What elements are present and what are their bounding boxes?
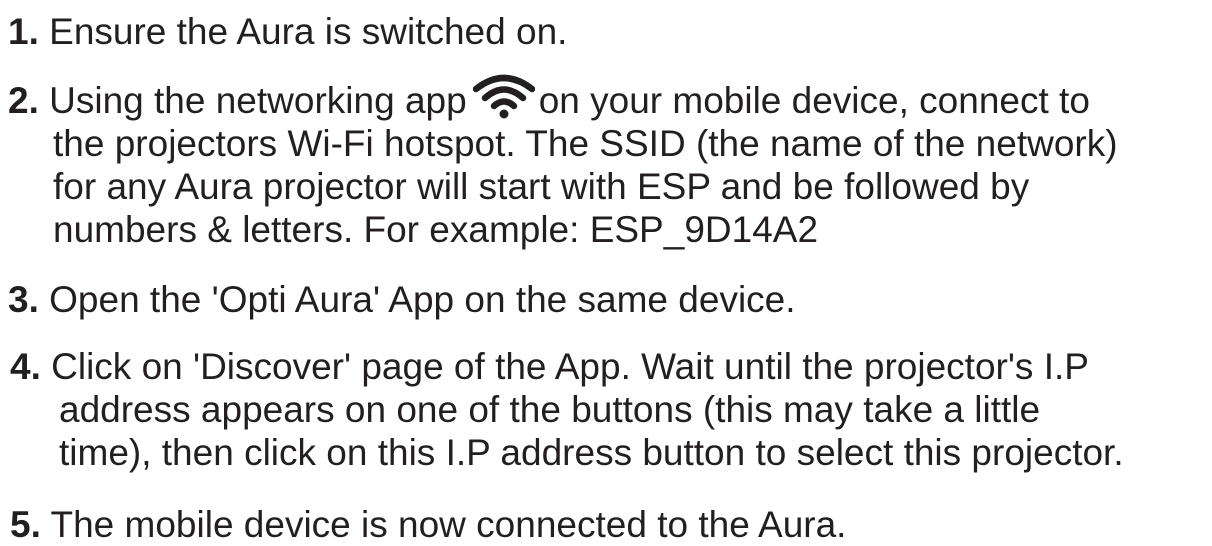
step-4-line-2: address appears on one of the buttons (t… bbox=[59, 389, 1041, 430]
step-2-line-4: numbers & letters. For example: ESP_9D14… bbox=[53, 209, 819, 250]
step-2-text-after-icon: on your mobile device, connect to bbox=[538, 80, 1090, 121]
step-4-number: 4. bbox=[10, 346, 41, 387]
step-5-line-1: 5. The mobile device is now connected to… bbox=[10, 503, 846, 546]
step-5-number: 5. bbox=[10, 504, 41, 545]
step-2-number: 2. bbox=[8, 80, 39, 121]
step-1-line-1: 1. Ensure the Aura is switched on. bbox=[8, 10, 567, 53]
wifi-icon bbox=[472, 73, 535, 119]
step-4: 4. Click on 'Discover' page of the App. … bbox=[10, 345, 1124, 474]
step-3-line-1: 3. Open the 'Opti Aura' App on the same … bbox=[8, 278, 796, 321]
step-3-text: Open the 'Opti Aura' App on the same dev… bbox=[49, 279, 796, 320]
step-4-line-1: 4. Click on 'Discover' page of the App. … bbox=[10, 345, 1124, 388]
step-4-text: Click on 'Discover' page of the App. Wai… bbox=[51, 346, 1089, 387]
step-2-line-1: 2. Using the networking app on your mobi… bbox=[8, 73, 1118, 122]
step-1: 1. Ensure the Aura is switched on. bbox=[8, 10, 567, 53]
step-2-line-2: the projectors Wi-Fi hotspot. The SSID (… bbox=[53, 123, 1118, 164]
step-3: 3. Open the 'Opti Aura' App on the same … bbox=[8, 278, 796, 321]
step-1-text: Ensure the Aura is switched on. bbox=[49, 11, 568, 52]
step-4-line-3: time), then click on this I.P address bu… bbox=[59, 432, 1124, 473]
step-2-line-3: for any Aura projector will start with E… bbox=[53, 166, 1030, 207]
instruction-list: 1. Ensure the Aura is switched on. 2. Us… bbox=[0, 0, 1212, 546]
step-2: 2. Using the networking app on your mobi… bbox=[8, 73, 1118, 251]
step-5-text: The mobile device is now connected to th… bbox=[50, 504, 847, 545]
step-5: 5. The mobile device is now connected to… bbox=[10, 503, 846, 546]
step-2-text-before-icon: Using the networking app bbox=[49, 80, 467, 121]
step-1-number: 1. bbox=[8, 11, 39, 52]
step-3-number: 3. bbox=[8, 279, 39, 320]
